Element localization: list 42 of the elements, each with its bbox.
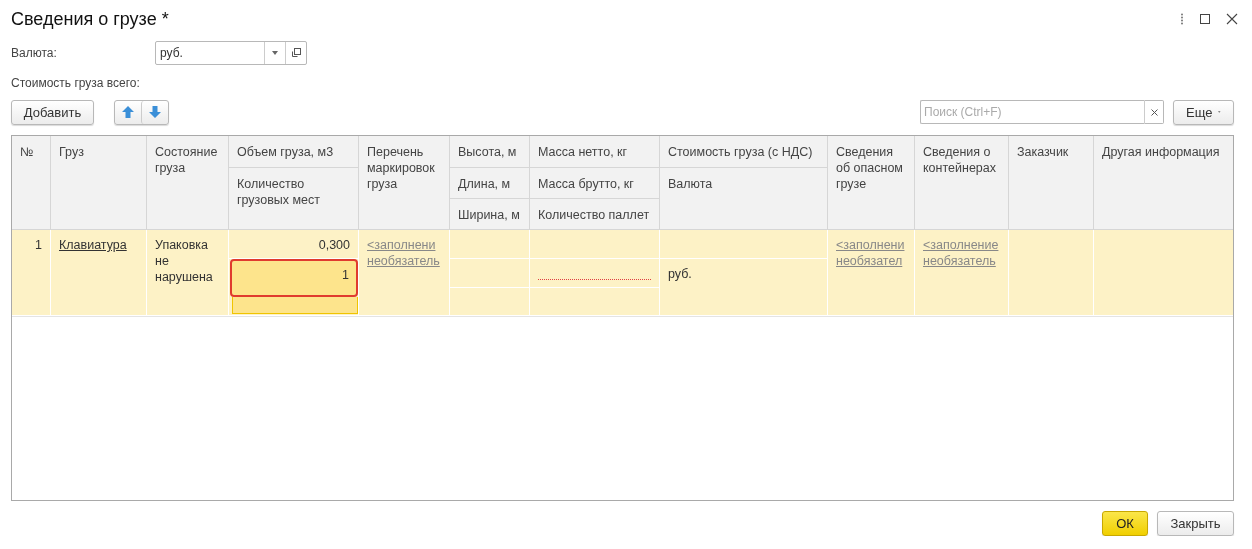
column-header[interactable]: Высота, м <box>450 136 530 168</box>
column-header[interactable]: Длина, м <box>450 168 530 199</box>
open-window-icon[interactable] <box>291 48 301 58</box>
column-header[interactable]: Масса брутто, кг <box>530 168 660 199</box>
close-button[interactable]: Закрыть <box>1157 511 1234 536</box>
link[interactable]: Клавиатура <box>59 238 127 252</box>
column-header[interactable]: Сведения о контейнерах <box>915 136 1009 230</box>
table-cell: 0,300 <box>229 230 359 259</box>
quantity-field[interactable]: 1 <box>230 259 358 297</box>
table-cell: 1 <box>12 230 51 316</box>
field-label: Стоимость груза всего: <box>11 76 140 90</box>
table-cell: Упаковка не нарушена <box>147 230 229 316</box>
column-header[interactable]: Перечень маркировок груза <box>359 136 450 230</box>
ok-button[interactable]: ОК <box>1102 511 1148 536</box>
search-field[interactable]: Поиск (Ctrl+F) <box>920 100 1144 124</box>
column-header[interactable]: Сведения об опасном грузе <box>828 136 915 230</box>
column-header[interactable]: № <box>12 136 51 230</box>
column-header[interactable]: Количество грузовых мест <box>229 168 359 230</box>
column-header[interactable]: Другая информация <box>1094 136 1233 230</box>
caret-icon <box>1218 110 1221 114</box>
arrow-up-icon <box>122 106 134 118</box>
column-header[interactable]: Заказчик <box>1009 136 1094 230</box>
dropdown-icon[interactable] <box>272 51 278 55</box>
more-button[interactable]: Еще <box>1173 99 1234 125</box>
close-icon[interactable] <box>1226 13 1238 25</box>
column-header[interactable]: Объем груза, м3 <box>229 136 359 168</box>
column-header[interactable]: Валюта <box>660 168 828 230</box>
clear-icon <box>1150 108 1158 116</box>
table-cell: руб. <box>660 259 828 316</box>
maximize-icon[interactable] <box>1200 14 1210 24</box>
add-button[interactable]: Добавить <box>11 99 94 125</box>
column-header[interactable]: Количество паллет <box>530 199 660 230</box>
arrow-down-icon <box>149 106 161 118</box>
column-header[interactable]: Груз <box>51 136 147 230</box>
column-header[interactable]: Масса нетто, кг <box>530 136 660 168</box>
column-header[interactable]: Состояние груза <box>147 136 229 230</box>
currency-field[interactable]: руб. <box>155 41 307 65</box>
window-title: Сведения о грузе * <box>11 8 169 30</box>
more-icon[interactable] <box>1180 13 1184 25</box>
column-header[interactable]: Стоимость груза (с НДС) <box>660 136 828 168</box>
field-label: Валюта: <box>11 46 58 60</box>
column-header[interactable]: Ширина, м <box>450 199 530 230</box>
